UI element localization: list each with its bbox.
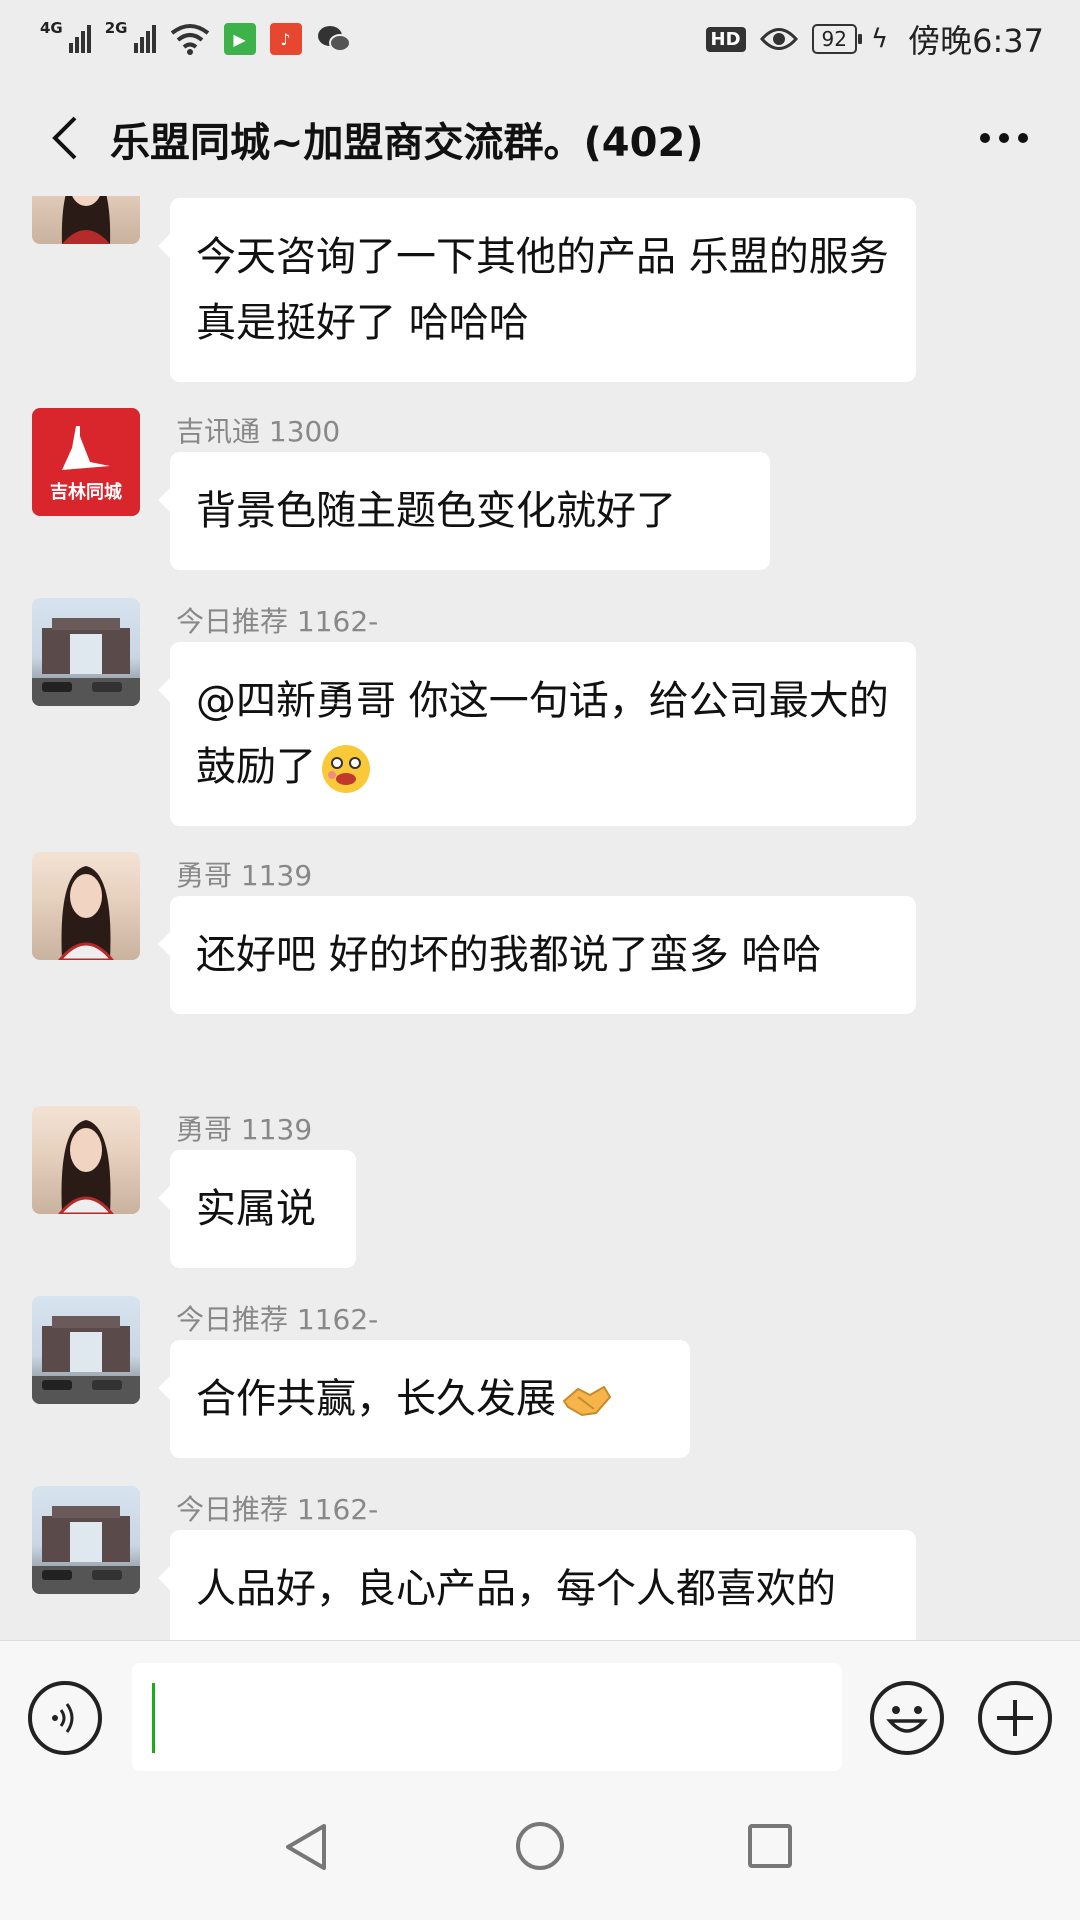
text-caret xyxy=(152,1683,155,1753)
wechat-icon xyxy=(317,26,351,52)
message-bubble[interactable]: 实属说 xyxy=(158,1150,356,1268)
chat-header: 乐盟同城~加盟商交流群。(402) xyxy=(0,90,1080,186)
more-button[interactable] xyxy=(964,108,1044,168)
more-functions-button[interactable] xyxy=(978,1681,1052,1755)
message-text: 还好吧 好的坏的我都说了蛮多 哈哈 xyxy=(196,932,822,978)
message-text: 实属说 xyxy=(196,1186,316,1232)
more-dots-icon xyxy=(980,133,1028,143)
input-bar xyxy=(0,1640,1080,1790)
handshake-emoji-icon xyxy=(562,1385,612,1417)
listen-app-icon: ♪ xyxy=(269,23,302,55)
video-app-icon: ▶ xyxy=(223,23,256,55)
message-bubble[interactable]: 合作共赢，长久发展 xyxy=(158,1340,690,1458)
system-recent-icon[interactable] xyxy=(748,1824,792,1868)
avatar[interactable]: 吉林同城 xyxy=(32,408,140,516)
avatar[interactable] xyxy=(32,1296,140,1404)
message-list[interactable]: 今天咨询了一下其他的产品 乐盟的服务 真是挺好了 哈哈哈 吉林同城 吉讯通 13… xyxy=(0,196,1080,1640)
smile-icon xyxy=(886,1706,928,1733)
signal-icon-2: 2G xyxy=(105,21,156,53)
message-text: 今天咨询了一下其他的产品 乐盟的服务 真是挺好了 哈哈哈 xyxy=(196,234,889,346)
charging-icon: ϟ xyxy=(870,24,889,54)
eye-icon xyxy=(759,28,798,50)
sender-name: 今日推荐 1162- xyxy=(176,1493,379,1526)
message-text: @四新勇哥 你这一句话，给公司最大的鼓励了 xyxy=(196,678,889,790)
network-type-2: 2G xyxy=(104,19,128,37)
avatar-label: 吉林同城 xyxy=(50,482,122,503)
back-button[interactable] xyxy=(34,108,94,168)
network-type-1: 4G xyxy=(40,19,63,37)
message-bubble[interactable]: 今天咨询了一下其他的产品 乐盟的服务 真是挺好了 哈哈哈 xyxy=(158,198,916,382)
chat-screen: 4G 2G ▶ ♪ HD 92 ϟ 傍晚6:37 乐盟同城~加盟商交流群。(40… xyxy=(0,0,1080,1920)
avatar[interactable] xyxy=(32,1486,140,1594)
message-bubble[interactable]: @四新勇哥 你这一句话，给公司最大的鼓励了 xyxy=(158,642,916,826)
sender-name: 今日推荐 1162- xyxy=(176,1303,379,1336)
status-left: 4G 2G ▶ ♪ xyxy=(40,21,352,55)
plus-icon xyxy=(997,1700,1033,1736)
sender-name: 吉讯通 1300 xyxy=(176,415,341,448)
chat-title: 乐盟同城~加盟商交流群。(402) xyxy=(110,120,704,166)
clock: 傍晚6:37 xyxy=(908,22,1044,60)
sender-name: 勇哥 1139 xyxy=(176,1113,313,1146)
message-bubble[interactable]: 背景色随主题色变化就好了 xyxy=(158,452,770,570)
voice-button[interactable] xyxy=(28,1681,102,1755)
message-text: 合作共赢，长久发展 xyxy=(196,1376,556,1422)
message-text: 人品好，良心产品，每个人都喜欢的 xyxy=(196,1566,836,1612)
signal-icon: 4G xyxy=(40,21,91,53)
sender-name: 今日推荐 1162- xyxy=(176,605,379,638)
message-bubble[interactable]: 人品好，良心产品，每个人都喜欢的 xyxy=(158,1530,916,1640)
system-navigation-bar xyxy=(0,1790,1080,1920)
avatar[interactable] xyxy=(32,196,140,244)
avatar[interactable] xyxy=(32,852,140,960)
status-bar: 4G 2G ▶ ♪ HD 92 ϟ 傍晚6:37 xyxy=(0,0,1080,78)
message-text: 背景色随主题色变化就好了 xyxy=(196,488,676,534)
voice-icon xyxy=(52,1703,74,1733)
chevron-left-icon xyxy=(52,116,77,160)
system-back-icon[interactable] xyxy=(284,1822,328,1872)
system-home-icon[interactable] xyxy=(516,1822,564,1870)
hd-badge: HD xyxy=(705,26,746,52)
avatar[interactable] xyxy=(32,1106,140,1214)
avatar[interactable] xyxy=(32,598,140,706)
smile-emoji-icon xyxy=(322,745,370,793)
battery-indicator: 92 xyxy=(811,24,863,54)
wifi-icon xyxy=(170,24,209,55)
message-input[interactable] xyxy=(132,1663,842,1771)
status-right: HD 92 ϟ 傍晚6:37 xyxy=(705,16,1044,62)
sender-name: 勇哥 1139 xyxy=(176,859,313,892)
emoji-button[interactable] xyxy=(870,1681,944,1755)
message-bubble[interactable]: 还好吧 好的坏的我都说了蛮多 哈哈 xyxy=(158,896,916,1014)
